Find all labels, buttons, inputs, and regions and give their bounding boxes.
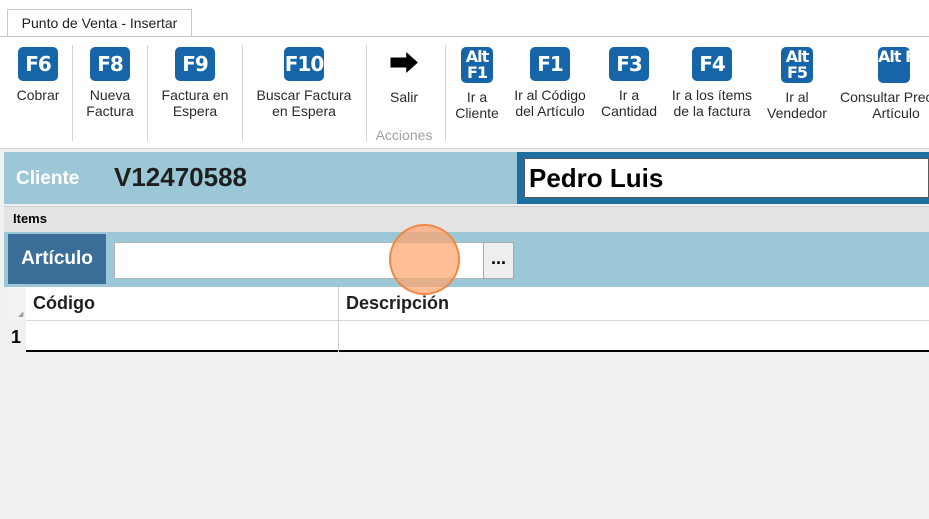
ir-a-cantidad-button[interactable]: F3 Ir a Cantidad (596, 47, 662, 119)
article-label: Artículo (8, 234, 106, 284)
buscar-factura-label: Buscar Factura en Espera (256, 87, 352, 119)
alt-f1-key-icon: Alt F1 (461, 47, 493, 83)
ir-al-codigo-label: Ir al Código del Artículo (514, 87, 586, 119)
column-header-descripcion[interactable]: Descripción (346, 293, 449, 314)
column-divider (338, 287, 339, 353)
f8-key-icon: F8 (90, 47, 130, 81)
alt-f5-key-icon: Alt F5 (781, 47, 813, 83)
tab-punto-de-venta[interactable]: Punto de Venta - Insertar (7, 9, 192, 37)
consultar-precio-label: Consultar Prec de Artículo (839, 89, 929, 121)
row-number: 1 (11, 327, 22, 347)
ribbon-separator (366, 45, 367, 141)
f10-key-icon: F10 (284, 47, 324, 81)
cobrar-button[interactable]: F6 Cobrar (10, 47, 66, 103)
salir-button[interactable]: ⮕ Salir (378, 47, 430, 105)
click-indicator (389, 224, 460, 295)
f4-key-icon: F4 (692, 47, 732, 81)
client-name-field[interactable]: Pedro Luis (524, 158, 929, 198)
ir-a-cliente-label: Ir a Cliente (455, 89, 499, 121)
items-group-header: Items (4, 206, 929, 232)
ribbon-separator (72, 45, 73, 141)
table-row[interactable] (26, 320, 929, 352)
sort-corner-icon: ◢ (18, 311, 24, 318)
f1-key-icon: F1 (530, 47, 570, 81)
column-header-codigo[interactable]: Código (33, 293, 95, 314)
ribbon-separator (147, 45, 148, 141)
client-label: Cliente (16, 168, 80, 189)
f6-key-icon: F6 (18, 47, 58, 81)
ir-a-cliente-button[interactable]: Alt F1 Ir a Cliente (452, 47, 502, 121)
ribbon-separator (445, 45, 446, 141)
article-browse-button[interactable]: ... (483, 242, 514, 279)
ir-a-items-button[interactable]: F4 Ir a los ítems de la factura (666, 47, 758, 119)
ir-a-cantidad-label: Ir a Cantidad (600, 87, 658, 119)
f9-key-icon: F9 (175, 47, 215, 81)
exit-arrow-icon: ⮕ (389, 48, 419, 81)
ribbon-toolbar: F6 Cobrar F8 Nueva Factura F9 Factura en… (0, 36, 929, 149)
salir-label: Salir (389, 89, 418, 105)
grid-header (8, 287, 929, 320)
client-code[interactable]: V12470588 (114, 162, 247, 193)
ir-al-vendedor-button[interactable]: Alt F5 Ir al Vendedor (762, 47, 832, 121)
ir-al-vendedor-label: Ir al Vendedor (767, 89, 827, 121)
f3-key-icon: F3 (609, 47, 649, 81)
consultar-precio-button[interactable]: Alt F11 Consultar Prec de Artículo (836, 47, 929, 121)
alt-f11-key-icon: Alt F11 (878, 47, 929, 83)
factura-en-espera-button[interactable]: F9 Factura en Espera (155, 47, 235, 119)
acciones-group-label: Acciones (375, 127, 433, 143)
ir-al-codigo-button[interactable]: F1 Ir al Código del Artículo (507, 47, 593, 119)
nueva-factura-label: Nueva Factura (86, 87, 134, 119)
cobrar-label: Cobrar (16, 87, 60, 103)
ribbon-separator (242, 45, 243, 141)
buscar-factura-button[interactable]: F10 Buscar Factura en Espera (252, 47, 356, 119)
nueva-factura-button[interactable]: F8 Nueva Factura (82, 47, 138, 119)
factura-en-espera-label: Factura en Espera (161, 87, 229, 119)
ir-a-items-label: Ir a los ítems de la factura (671, 87, 753, 119)
